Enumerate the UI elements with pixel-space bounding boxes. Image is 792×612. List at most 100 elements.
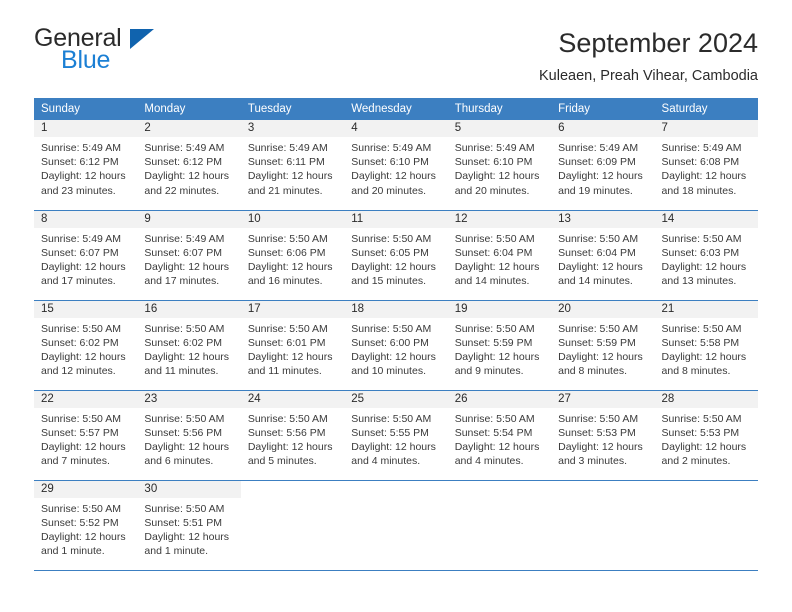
daylight-text-line2: and 11 minutes. [247,365,322,378]
calendar-week-row: 29 Sunrise: 5:50 AM Sunset: 5:52 PM Dayligh… [34,479,758,571]
daylight-text-line1: Daylight: 12 hours [247,440,333,453]
page-header: General Blue September 2024 Kuleaen, Pre… [0,0,792,85]
daylight-text-line2: and 10 minutes. [351,365,426,378]
day-details [241,498,344,502]
day-number: 19 [447,300,552,318]
daylight-text-line2: and 18 minutes. [661,184,737,197]
sunrise-text: Sunrise: 5:50 AM [558,232,639,245]
day-cell-empty [240,479,345,571]
daylight-text-line2: and 4 minutes. [454,455,524,468]
day-details: Sunrise: 5:49 AM Sunset: 6:07 PM Daylight:… [137,228,240,289]
day-cell[interactable]: 23 Sunrise: 5:50 AM Sunset: 5:56 PM Dayligh… [137,389,241,481]
day-details: Sunrise: 5:50 AM Sunset: 5:51 PM Daylight:… [137,498,240,559]
weekday-header-sunday: Sunday [34,98,138,121]
calendar-table: Sunday Monday Tuesday Wednesday Thursday… [34,98,758,571]
day-cell[interactable]: 1 Sunrise: 5:49 AM Sunset: 6:12 PM Daylight… [34,120,138,211]
day-number [344,480,448,498]
triangle-logo-icon [130,29,154,49]
day-cell[interactable]: 4 Sunrise: 5:49 AM Sunset: 6:10 PM Daylight… [344,120,448,211]
daylight-text-line2: and 3 minutes. [558,455,627,468]
day-cell[interactable]: 8 Sunrise: 5:49 AM Sunset: 6:07 PM Daylight… [34,209,138,301]
day-cell[interactable]: 7 Sunrise: 5:49 AM Sunset: 6:08 PM Daylight… [654,120,758,211]
day-number: 10 [240,210,345,228]
calendar-week-row: 15 Sunrise: 5:50 AM Sunset: 6:02 PM Dayligh… [34,299,758,391]
day-cell[interactable]: 29 Sunrise: 5:50 AM Sunset: 5:52 PM Dayligh… [34,479,138,571]
day-details: Sunrise: 5:50 AM Sunset: 6:05 PM Daylight:… [344,228,447,289]
day-details: Sunrise: 5:49 AM Sunset: 6:07 PM Daylight:… [34,228,137,289]
sunset-text: Sunset: 6:08 PM [661,156,740,169]
day-details: Sunrise: 5:50 AM Sunset: 5:59 PM Daylight:… [448,318,551,379]
sunset-text: Sunset: 6:06 PM [247,246,326,259]
sunset-text: Sunset: 5:52 PM [41,516,119,529]
day-cell[interactable]: 2 Sunrise: 5:49 AM Sunset: 6:12 PM Daylight… [137,120,241,211]
daylight-text-line1: Daylight: 12 hours [454,260,540,273]
sunrise-text: Sunrise: 5:50 AM [247,322,328,335]
day-cell[interactable]: 17 Sunrise: 5:50 AM Sunset: 6:01 PM Dayligh… [240,299,345,391]
sunset-text: Sunset: 5:55 PM [351,426,429,439]
day-number: 29 [34,480,138,498]
daylight-text-line2: and 20 minutes. [351,184,426,197]
day-cell[interactable]: 24 Sunrise: 5:50 AM Sunset: 5:56 PM Dayligh… [240,389,345,481]
daylight-text-line1: Daylight: 12 hours [41,530,126,543]
day-details [551,498,654,502]
sunrise-text: Sunrise: 5:50 AM [144,502,225,515]
day-cell[interactable]: 19 Sunrise: 5:50 AM Sunset: 5:59 PM Dayligh… [447,299,552,391]
day-details [655,498,758,502]
day-cell[interactable]: 21 Sunrise: 5:50 AM Sunset: 5:58 PM Dayligh… [654,299,758,391]
sunrise-text: Sunrise: 5:49 AM [41,232,121,245]
day-cell[interactable]: 11 Sunrise: 5:50 AM Sunset: 6:05 PM Dayligh… [344,209,448,301]
daylight-text-line1: Daylight: 12 hours [144,170,230,183]
daylight-text-line2: and 6 minutes. [144,455,214,468]
sunrise-text: Sunrise: 5:50 AM [661,232,742,245]
daylight-text-line1: Daylight: 12 hours [144,350,230,363]
day-cell[interactable]: 12 Sunrise: 5:50 AM Sunset: 6:04 PM Dayligh… [447,209,552,301]
day-cell[interactable]: 27 Sunrise: 5:50 AM Sunset: 5:53 PM Dayligh… [551,389,655,481]
daylight-text-line1: Daylight: 12 hours [41,440,126,453]
day-cell[interactable]: 6 Sunrise: 5:49 AM Sunset: 6:09 PM Daylight… [551,120,655,211]
day-details: Sunrise: 5:50 AM Sunset: 6:01 PM Daylight:… [241,318,344,379]
day-cell[interactable]: 30 Sunrise: 5:50 AM Sunset: 5:51 PM Dayligh… [137,479,241,571]
daylight-text-line1: Daylight: 12 hours [41,350,126,363]
daylight-text-line2: and 16 minutes. [247,275,323,288]
day-number: 30 [137,480,241,498]
page-subtitle: Kuleaen, Preah Vihear, Cambodia [539,68,758,85]
weekday-header-monday: Monday [137,98,241,121]
day-number: 15 [34,300,138,318]
day-cell[interactable]: 15 Sunrise: 5:50 AM Sunset: 6:02 PM Dayligh… [34,299,138,391]
day-cell[interactable]: 25 Sunrise: 5:50 AM Sunset: 5:55 PM Dayligh… [344,389,448,481]
day-cell[interactable]: 20 Sunrise: 5:50 AM Sunset: 5:59 PM Dayligh… [551,299,655,391]
day-cell[interactable]: 5 Sunrise: 5:49 AM Sunset: 6:10 PM Daylight… [447,120,552,211]
daylight-text-line1: Daylight: 12 hours [41,260,126,273]
sunrise-text: Sunrise: 5:50 AM [558,412,639,425]
sunset-text: Sunset: 6:01 PM [247,336,326,349]
daylight-text-line2: and 23 minutes. [41,184,116,197]
day-number: 24 [240,390,345,408]
day-details: Sunrise: 5:50 AM Sunset: 5:59 PM Daylight:… [551,318,654,379]
day-cell[interactable]: 10 Sunrise: 5:50 AM Sunset: 6:06 PM Dayligh… [240,209,345,301]
daylight-text-line1: Daylight: 12 hours [247,170,333,183]
calendar-body: 1 Sunrise: 5:49 AM Sunset: 6:12 PM Daylight… [34,120,758,571]
day-cell[interactable]: 26 Sunrise: 5:50 AM Sunset: 5:54 PM Dayligh… [447,389,552,481]
day-details: Sunrise: 5:50 AM Sunset: 6:03 PM Daylight:… [655,228,758,289]
day-number [551,480,655,498]
page-title: September 2024 [558,28,758,58]
daylight-text-line2: and 22 minutes. [144,184,220,197]
day-cell[interactable]: 16 Sunrise: 5:50 AM Sunset: 6:02 PM Dayligh… [137,299,241,391]
day-number: 5 [447,120,552,138]
daylight-text-line2: and 2 minutes. [661,455,731,468]
day-cell[interactable]: 13 Sunrise: 5:50 AM Sunset: 6:04 PM Dayligh… [551,209,655,301]
sunrise-text: Sunrise: 5:50 AM [144,412,225,425]
day-cell[interactable]: 9 Sunrise: 5:49 AM Sunset: 6:07 PM Daylight… [137,209,241,301]
day-cell[interactable]: 28 Sunrise: 5:50 AM Sunset: 5:53 PM Dayligh… [654,389,758,481]
sunrise-text: Sunrise: 5:50 AM [454,232,535,245]
day-cell[interactable]: 22 Sunrise: 5:50 AM Sunset: 5:57 PM Dayligh… [34,389,138,481]
sunset-text: Sunset: 5:58 PM [661,336,740,349]
day-number: 9 [137,210,241,228]
day-cell[interactable]: 18 Sunrise: 5:50 AM Sunset: 6:00 PM Dayligh… [344,299,448,391]
daylight-text-line2: and 1 minute. [41,545,105,558]
daylight-text-line2: and 19 minutes. [558,184,633,197]
day-cell[interactable]: 3 Sunrise: 5:49 AM Sunset: 6:11 PM Daylight… [240,120,345,211]
day-cell[interactable]: 14 Sunrise: 5:50 AM Sunset: 6:03 PM Dayligh… [654,209,758,301]
sunset-text: Sunset: 6:11 PM [247,156,325,169]
sunrise-text: Sunrise: 5:50 AM [351,232,432,245]
